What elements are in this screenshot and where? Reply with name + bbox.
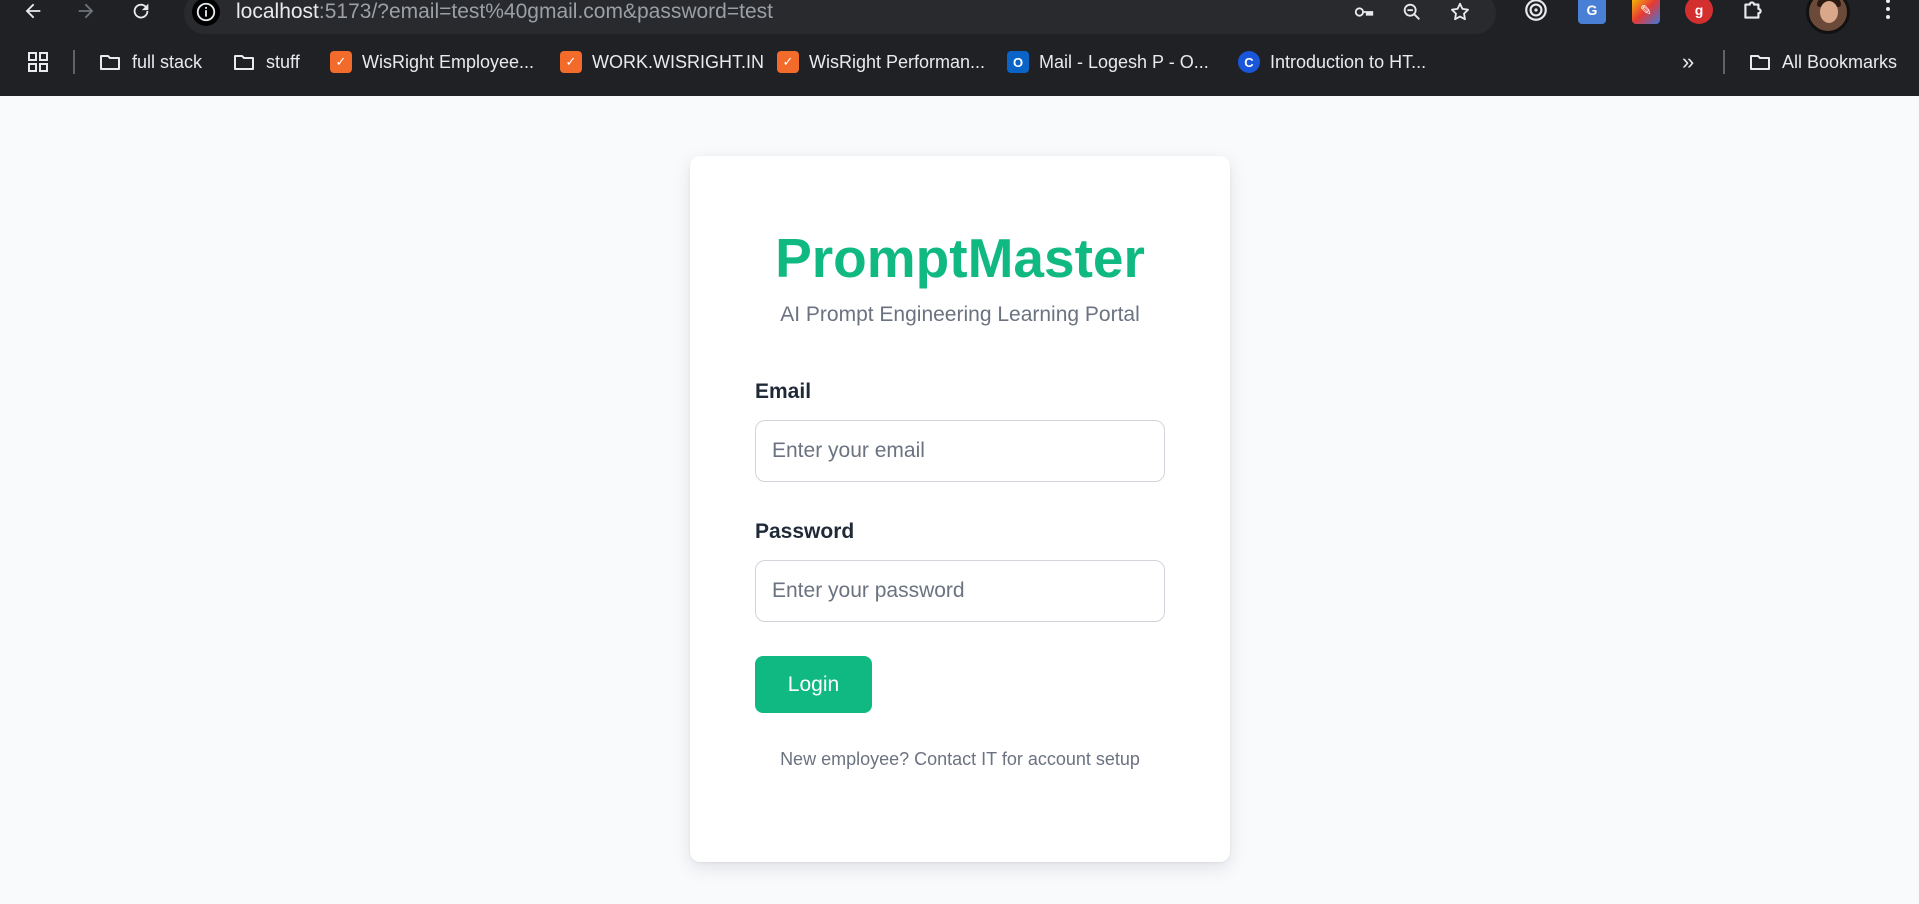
- extension-grammarly[interactable]: g: [1685, 0, 1713, 24]
- extension-colorful[interactable]: ✎: [1632, 0, 1660, 24]
- bookmark-outlook-mail[interactable]: O Mail - Logesh P - O...: [1007, 50, 1209, 74]
- bookmark-label: WisRight Performan...: [809, 51, 986, 72]
- password-label: Password: [755, 520, 855, 543]
- bookmark-folder-full-stack[interactable]: full stack: [98, 50, 202, 74]
- bookmark-introduction-html[interactable]: C Introduction to HT...: [1238, 50, 1426, 74]
- wisright-icon: ✓: [777, 51, 799, 73]
- bookmark-wisright-performance[interactable]: ✓ WisRight Performan...: [777, 50, 985, 74]
- password-key-button[interactable]: [1350, 0, 1378, 26]
- password-field[interactable]: [755, 560, 1165, 622]
- apps-button[interactable]: [26, 50, 50, 74]
- url-host: localhost: [236, 0, 319, 23]
- address-bar[interactable]: localhost:5173/?email=test%40gmail.com&p…: [184, 0, 1496, 34]
- brand-subtitle: AI Prompt Engineering Learning Portal: [780, 303, 1140, 326]
- zoom-button[interactable]: [1398, 0, 1426, 26]
- all-bookmarks-label: All Bookmarks: [1782, 51, 1898, 72]
- reload-button[interactable]: [126, 0, 156, 22]
- folder-icon: [100, 55, 120, 70]
- extensions-menu-button[interactable]: [1739, 0, 1767, 24]
- email-field[interactable]: [755, 420, 1165, 482]
- bookmark-star-button[interactable]: [1446, 0, 1474, 26]
- account-setup-note: New employee? Contact IT for account set…: [780, 749, 1140, 769]
- folder-icon: [1750, 55, 1770, 70]
- brand-title: PromptMaster: [775, 227, 1145, 289]
- wisright-icon: ✓: [330, 51, 352, 73]
- folder-icon: [234, 55, 254, 70]
- chevron-double-right-icon: »: [1682, 49, 1695, 74]
- browser-chrome: localhost:5173/?email=test%40gmail.com&p…: [0, 0, 1919, 96]
- login-card: PromptMaster AI Prompt Engineering Learn…: [690, 156, 1230, 862]
- arrow-left-icon: [25, 3, 41, 19]
- site-info-button[interactable]: [192, 0, 220, 26]
- extension-translate[interactable]: G: [1578, 0, 1606, 24]
- forward-button[interactable]: [71, 0, 101, 22]
- bookmark-label: full stack: [132, 51, 203, 72]
- bookmark-label: WisRight Employee...: [362, 51, 535, 72]
- bookmark-folder-stuff[interactable]: stuff: [232, 50, 300, 74]
- all-bookmarks-button[interactable]: All Bookmarks: [1748, 50, 1897, 74]
- wisright-icon: ✓: [560, 51, 582, 73]
- email-label: Email: [755, 380, 812, 403]
- pencil-icon: ✎: [1640, 1, 1652, 18]
- translate-icon: G: [1586, 2, 1598, 18]
- bookmarks-divider: [73, 50, 75, 74]
- g-logo-icon: g: [1694, 2, 1704, 18]
- extension-target[interactable]: [1522, 0, 1550, 24]
- url-text[interactable]: localhost:5173/?email=test%40gmail.com&p…: [236, 0, 773, 24]
- key-icon: [1354, 7, 1374, 17]
- profile-avatar[interactable]: [1806, 0, 1850, 34]
- bookmarks-overflow-button[interactable]: »: [1682, 49, 1695, 74]
- c-logo-icon: C: [1238, 51, 1260, 73]
- bookmark-wisright-employee[interactable]: ✓ WisRight Employee...: [330, 50, 534, 74]
- bookmarks-bar: full stack stuff ✓ WisRight Employee... …: [0, 42, 1919, 82]
- reload-icon: [133, 3, 149, 19]
- login-button[interactable]: Login: [755, 656, 872, 713]
- target-icon: [1525, 0, 1547, 21]
- arrow-right-icon: [78, 3, 94, 19]
- url-path: :5173/?email=test%40gmail.com&password=t…: [318, 0, 773, 23]
- zoom-out-icon: [1403, 3, 1420, 20]
- browser-menu-button[interactable]: [1878, 0, 1898, 24]
- browser-toolbar: localhost:5173/?email=test%40gmail.com&p…: [0, 0, 1919, 34]
- outlook-icon: O: [1007, 51, 1029, 73]
- bookmarks-divider: [1723, 50, 1725, 74]
- bookmark-label: stuff: [266, 51, 300, 72]
- puzzle-icon: [1744, 1, 1762, 19]
- bookmark-label: Mail - Logesh P - O...: [1039, 51, 1209, 72]
- star-icon: [1451, 2, 1469, 21]
- bookmark-work-wisright[interactable]: ✓ WORK.WISRIGHT.IN: [560, 50, 764, 74]
- info-icon: [196, 2, 216, 22]
- bookmark-label: Introduction to HT...: [1270, 51, 1427, 72]
- apps-grid-icon: [28, 52, 48, 72]
- back-button[interactable]: [18, 0, 48, 22]
- bookmark-label: WORK.WISRIGHT.IN: [592, 51, 764, 72]
